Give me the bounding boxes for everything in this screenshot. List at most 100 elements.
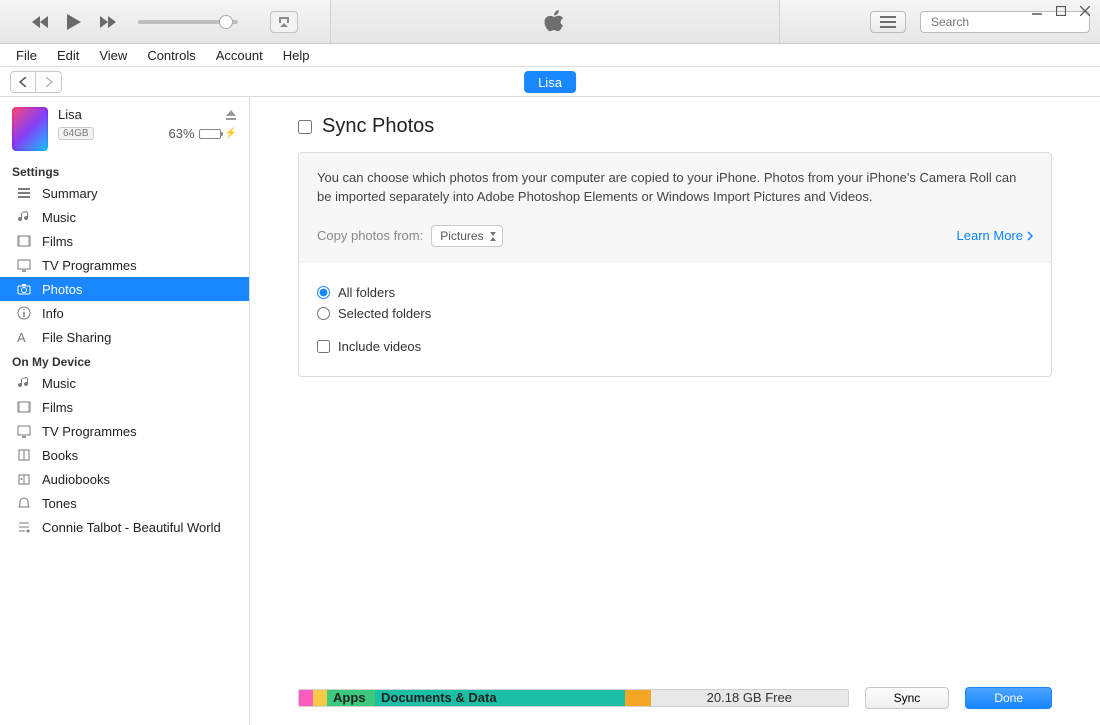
playlist-icon bbox=[16, 519, 32, 535]
svg-text:A: A bbox=[17, 330, 26, 344]
sidebar-section-settings: Settings bbox=[0, 159, 249, 181]
menu-file[interactable]: File bbox=[8, 46, 45, 65]
sidebar-item-photos[interactable]: Photos bbox=[0, 277, 249, 301]
storage-seg-photos bbox=[313, 690, 327, 706]
opt-videos-row[interactable]: Include videos bbox=[317, 339, 1033, 354]
nav-forward-button[interactable] bbox=[36, 71, 62, 93]
learn-more-label: Learn More bbox=[957, 228, 1023, 243]
menu-bar: File Edit View Controls Account Help bbox=[0, 44, 1100, 67]
sync-button[interactable]: Sync bbox=[865, 687, 950, 709]
sidebar-item-d-audiobooks[interactable]: Audiobooks bbox=[0, 467, 249, 491]
sync-photos-checkbox[interactable] bbox=[298, 120, 312, 134]
sidebar-item-tv[interactable]: TV Programmes bbox=[0, 253, 249, 277]
storage-seg-docs: Documents & Data bbox=[375, 690, 625, 706]
radio-selected-folders[interactable] bbox=[317, 307, 330, 320]
view-list-button[interactable] bbox=[870, 11, 906, 33]
tv-icon bbox=[16, 423, 32, 439]
charging-icon: ⚡ bbox=[225, 128, 237, 139]
sidebar-item-summary[interactable]: Summary bbox=[0, 181, 249, 205]
window-minimize-button[interactable] bbox=[1030, 4, 1044, 18]
sidebar-item-label: TV Programmes bbox=[42, 424, 137, 439]
sync-photos-title: Sync Photos bbox=[322, 115, 434, 138]
menu-edit[interactable]: Edit bbox=[49, 46, 87, 65]
sync-description: You can choose which photos from your co… bbox=[317, 169, 1033, 207]
sidebar-item-label: Books bbox=[42, 448, 78, 463]
storage-seg-apps: Apps bbox=[327, 690, 375, 706]
nav-back-button[interactable] bbox=[10, 71, 36, 93]
music-icon bbox=[16, 209, 32, 225]
opt-videos-label: Include videos bbox=[338, 339, 421, 354]
storage-seg-system bbox=[625, 690, 651, 706]
sidebar-item-d-tv[interactable]: TV Programmes bbox=[0, 419, 249, 443]
player-bar bbox=[0, 0, 1100, 44]
copy-from-label: Copy photos from: bbox=[317, 228, 423, 243]
sidebar-item-label: Films bbox=[42, 400, 73, 415]
book-icon bbox=[16, 447, 32, 463]
audiobook-icon bbox=[16, 471, 32, 487]
battery-icon bbox=[199, 129, 221, 139]
volume-thumb[interactable] bbox=[219, 15, 233, 29]
sync-options-panel: All folders Selected folders Include vid… bbox=[298, 263, 1052, 377]
bell-icon bbox=[16, 495, 32, 511]
music-icon bbox=[16, 375, 32, 391]
apple-logo-icon bbox=[544, 9, 566, 35]
sidebar-section-device: On My Device bbox=[0, 349, 249, 371]
sidebar-item-label: Audiobooks bbox=[42, 472, 110, 487]
capacity-badge: 64GB bbox=[58, 127, 94, 140]
sidebar-item-d-films[interactable]: Films bbox=[0, 395, 249, 419]
sidebar-item-d-playlist[interactable]: Connie Talbot - Beautiful World bbox=[0, 515, 249, 539]
sidebar-item-label: TV Programmes bbox=[42, 258, 137, 273]
sidebar-item-d-books[interactable]: Books bbox=[0, 443, 249, 467]
sidebar: Lisa 64GB 63% ⚡ Settings Summary bbox=[0, 97, 250, 725]
content-pane: Sync Photos You can choose which photos … bbox=[250, 97, 1100, 725]
device-tab[interactable]: Lisa bbox=[524, 71, 576, 93]
sidebar-item-label: Films bbox=[42, 234, 73, 249]
menu-view[interactable]: View bbox=[91, 46, 135, 65]
film-icon bbox=[16, 399, 32, 415]
footer: Apps Documents & Data 20.18 GB Free Sync… bbox=[250, 669, 1100, 725]
prev-track-button[interactable] bbox=[30, 12, 50, 32]
volume-slider[interactable] bbox=[138, 20, 238, 24]
chevron-right-icon bbox=[1027, 231, 1033, 241]
sidebar-item-label: Connie Talbot - Beautiful World bbox=[42, 520, 221, 535]
sidebar-item-filesharing[interactable]: A File Sharing bbox=[0, 325, 249, 349]
opt-selected-row[interactable]: Selected folders bbox=[317, 306, 1033, 321]
next-track-button[interactable] bbox=[98, 12, 118, 32]
learn-more-link[interactable]: Learn More bbox=[957, 228, 1033, 243]
info-icon bbox=[16, 305, 32, 321]
film-icon bbox=[16, 233, 32, 249]
checkbox-include-videos[interactable] bbox=[317, 340, 330, 353]
window-maximize-button[interactable] bbox=[1054, 4, 1068, 18]
radio-all-folders[interactable] bbox=[317, 286, 330, 299]
opt-selected-label: Selected folders bbox=[338, 306, 431, 321]
airplay-button[interactable] bbox=[270, 11, 298, 33]
menu-controls[interactable]: Controls bbox=[139, 46, 203, 65]
sidebar-item-info[interactable]: Info bbox=[0, 301, 249, 325]
window-close-button[interactable] bbox=[1078, 4, 1092, 18]
opt-all-label: All folders bbox=[338, 285, 395, 300]
sync-panel: You can choose which photos from your co… bbox=[298, 152, 1052, 264]
tv-icon bbox=[16, 257, 32, 273]
sidebar-item-label: File Sharing bbox=[42, 330, 111, 345]
storage-seg-other bbox=[299, 690, 313, 706]
device-header: Lisa 64GB 63% ⚡ bbox=[0, 97, 249, 159]
sidebar-item-label: Music bbox=[42, 376, 76, 391]
sidebar-item-music[interactable]: Music bbox=[0, 205, 249, 229]
play-button[interactable] bbox=[64, 12, 84, 32]
eject-button[interactable] bbox=[225, 109, 237, 121]
copy-from-dropdown[interactable]: Pictures bbox=[431, 225, 502, 247]
device-name: Lisa bbox=[58, 107, 82, 122]
menu-account[interactable]: Account bbox=[208, 46, 271, 65]
sidebar-item-d-music[interactable]: Music bbox=[0, 371, 249, 395]
sidebar-item-label: Info bbox=[42, 306, 64, 321]
opt-all-row[interactable]: All folders bbox=[317, 285, 1033, 300]
camera-icon bbox=[16, 281, 32, 297]
storage-bar[interactable]: Apps Documents & Data 20.18 GB Free bbox=[298, 689, 849, 707]
sidebar-item-films[interactable]: Films bbox=[0, 229, 249, 253]
sidebar-item-label: Photos bbox=[42, 282, 82, 297]
apps-icon: A bbox=[16, 329, 32, 345]
done-button[interactable]: Done bbox=[965, 687, 1052, 709]
sidebar-item-d-tones[interactable]: Tones bbox=[0, 491, 249, 515]
device-thumbnail bbox=[12, 107, 48, 151]
menu-help[interactable]: Help bbox=[275, 46, 318, 65]
